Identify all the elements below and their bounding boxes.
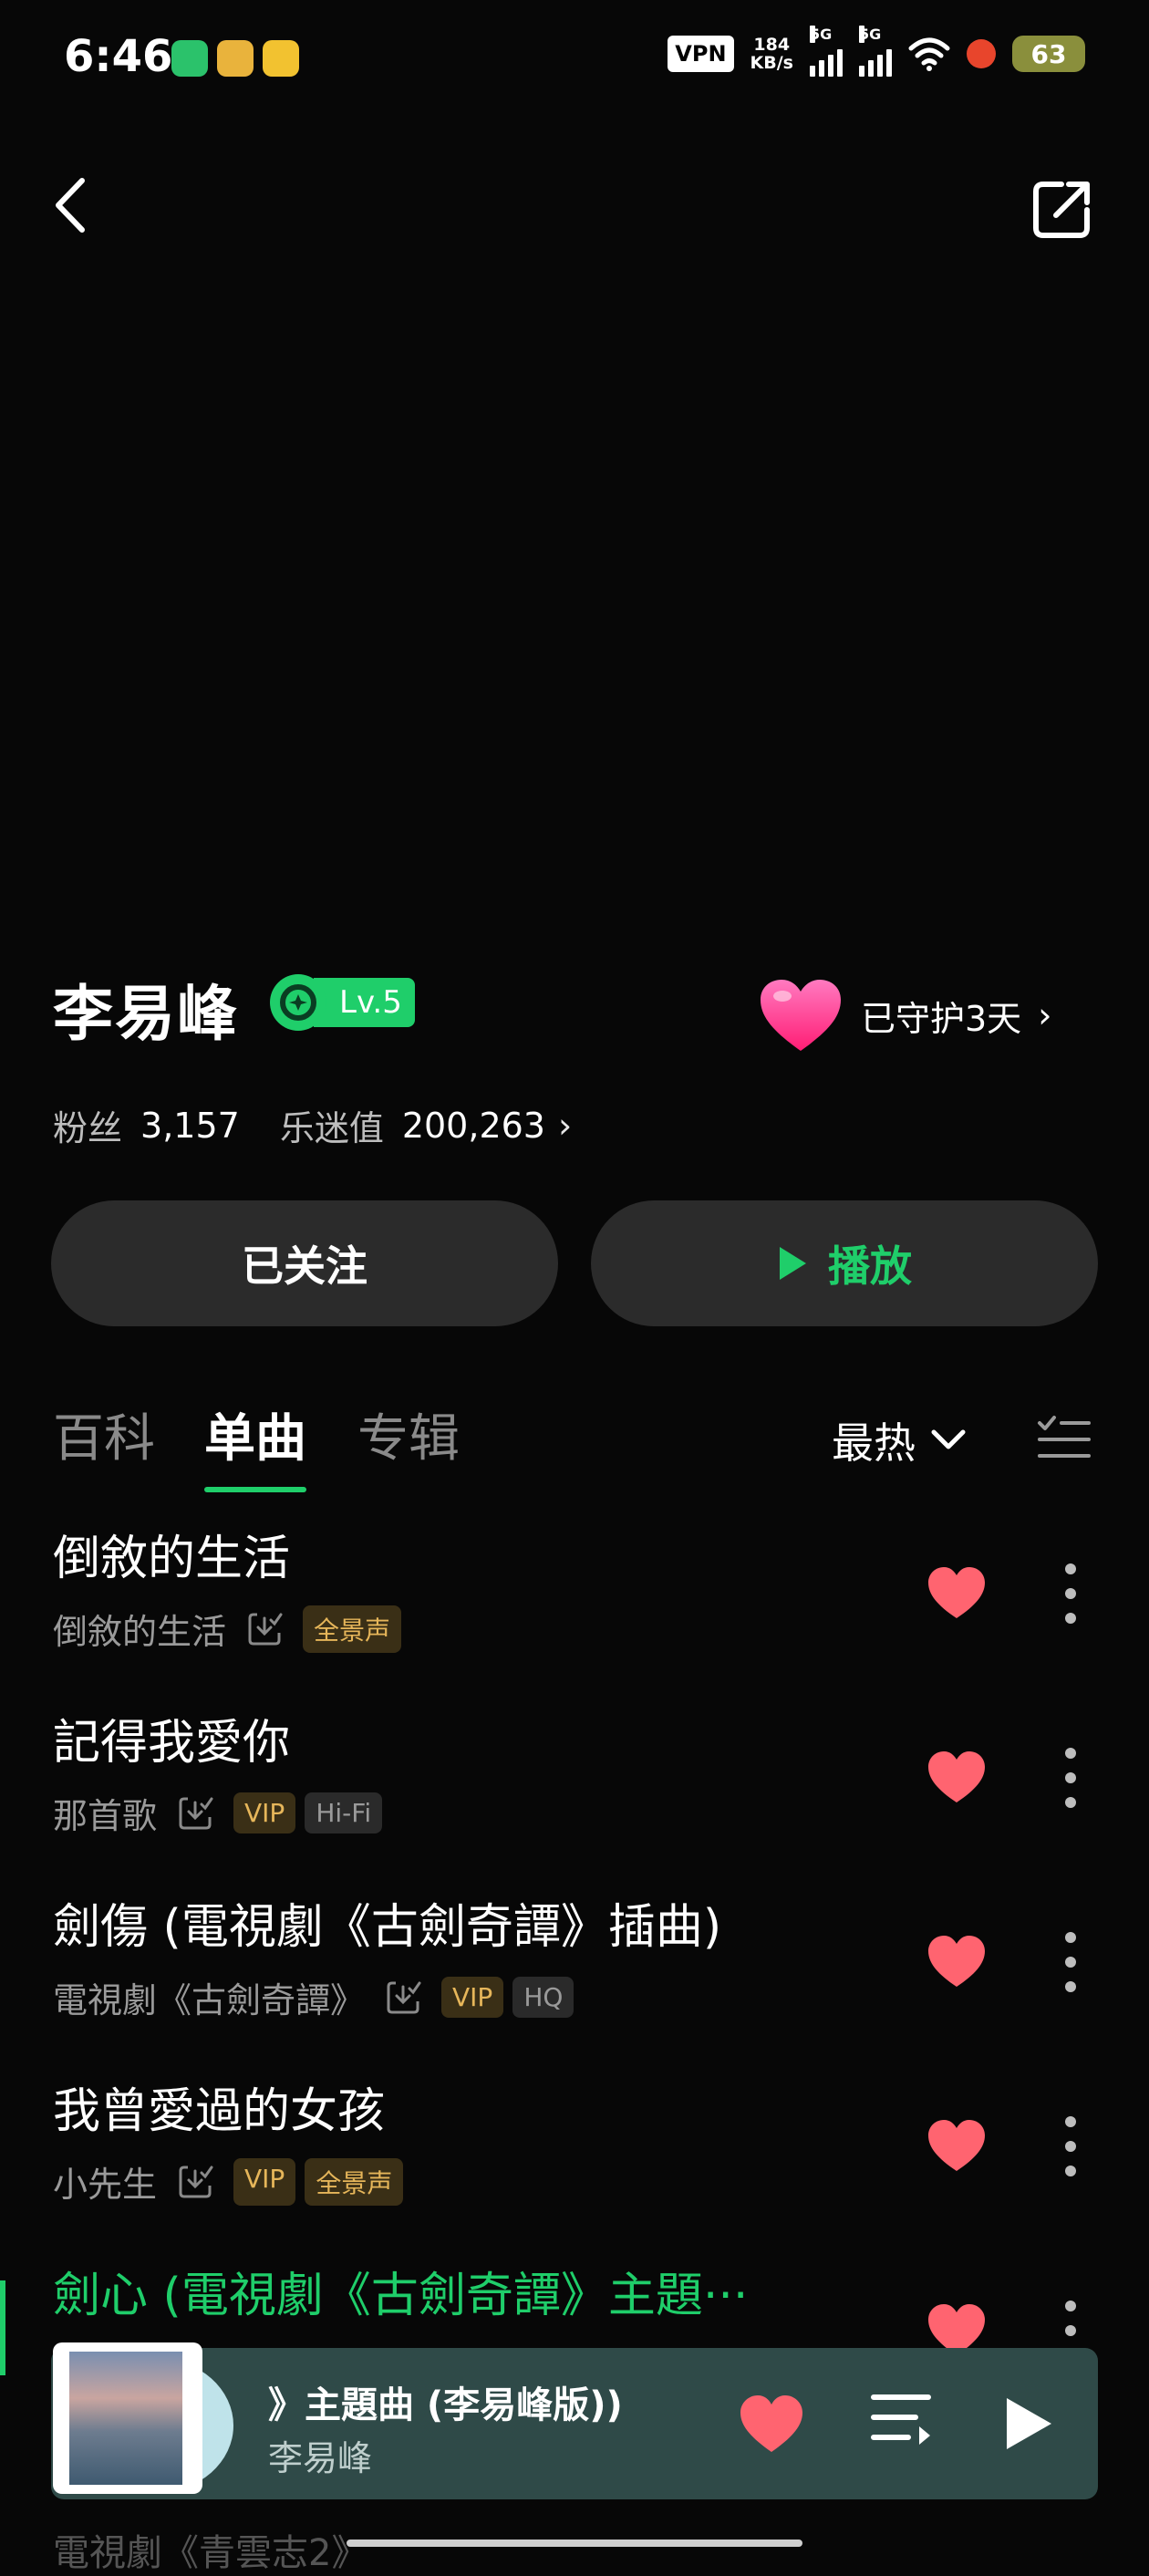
more-icon[interactable]: [1063, 1562, 1078, 1626]
network-type: 5G: [810, 26, 833, 43]
level-text: Lv.5: [314, 978, 415, 1027]
network-speed: 184 KB/s: [750, 36, 793, 72]
downloaded-icon: [248, 1613, 283, 1645]
status-time: 6:46: [64, 31, 173, 82]
playlist-icon[interactable]: [870, 2390, 932, 2446]
vip-tag: VIP: [233, 2157, 296, 2206]
song-meta: 小先生 VIP 全景声: [53, 2156, 404, 2207]
tab-singles[interactable]: 单曲: [204, 1397, 306, 1471]
quality-tag: 全景声: [303, 1605, 402, 1653]
song-album: 倒敘的生活: [53, 1612, 227, 1652]
more-icon[interactable]: [1063, 1930, 1078, 1994]
player-song-title: 》主題曲 (李易峰版)): [268, 2384, 623, 2426]
downloaded-icon: [179, 1797, 213, 1829]
level-badge-icon: [270, 974, 326, 1031]
player-play-icon[interactable]: [1003, 2395, 1054, 2452]
quality-tag: Hi-Fi: [305, 1792, 383, 1833]
song-title: 劍心 (電視劇《古劍奇譚》主題···: [53, 2269, 749, 2323]
tab-albums[interactable]: 专辑: [357, 1397, 460, 1471]
song-album: 那首歌: [53, 1796, 158, 1836]
album-art-image: [69, 2352, 182, 2485]
follow-label: 已关注: [242, 1241, 367, 1291]
heart-badge-icon: [761, 980, 841, 1051]
tab-baike[interactable]: 百科: [53, 1397, 155, 1471]
chevron-right-icon[interactable]: ›: [558, 1106, 572, 1146]
song-title: 記得我愛你: [53, 1716, 291, 1771]
status-app-icons: [171, 40, 299, 77]
signal-icon-2: 5G: [859, 26, 892, 77]
network-speed-unit: KB/s: [750, 53, 793, 73]
guard-text: 已守护3天: [861, 998, 1022, 1039]
player-artist: 李易峰: [268, 2438, 373, 2478]
signal-icon: 5G: [810, 26, 843, 77]
fans-label: 粉丝: [53, 1108, 123, 1148]
network-type-2: 5G: [859, 26, 882, 43]
follow-button[interactable]: 已关注: [51, 1200, 558, 1326]
home-indicator: [347, 2540, 802, 2547]
song-meta: 倒敘的生活 全景声: [53, 1604, 402, 1654]
like-icon[interactable]: [926, 1750, 987, 1804]
next-song-album-peek: 電視劇《青雲志2》: [53, 2532, 368, 2574]
song-row[interactable]: 劍傷 (電視劇《古劍奇譚》插曲) 電視劇《古劍奇譚》 VIP HQ: [0, 1888, 1149, 2074]
status-indicators: VPN 184 KB/s 5G 5G 63: [668, 26, 1085, 77]
song-row[interactable]: 記得我愛你 那首歌 VIP Hi-Fi: [0, 1704, 1149, 1890]
play-all-button[interactable]: 播放: [591, 1200, 1098, 1326]
song-row[interactable]: 我曾愛過的女孩 小先生 VIP 全景声: [0, 2072, 1149, 2259]
vip-tag: VIP: [441, 1977, 504, 2018]
downloaded-icon: [387, 1981, 421, 2013]
guard-status[interactable]: 已守护3天 ›: [757, 976, 1051, 1054]
like-icon[interactable]: [926, 2118, 987, 2173]
wifi-icon: [908, 37, 950, 71]
downloaded-icon: [179, 2166, 213, 2197]
app-icon-weibo: [263, 40, 299, 77]
artist-stats: 粉丝 3,157 乐迷值 200,263 ›: [53, 1100, 572, 1150]
vip-tag: VIP: [233, 1792, 296, 1833]
song-title: 劍傷 (電視劇《古劍奇譚》插曲): [53, 1900, 722, 1955]
battery-level: 63: [1030, 38, 1067, 69]
vpn-badge: VPN: [668, 36, 734, 72]
level-badge[interactable]: Lv.5: [270, 974, 415, 1031]
song-album: 小先生: [53, 2165, 158, 2205]
like-icon[interactable]: [926, 1934, 987, 1989]
fans-value: 3,157: [140, 1105, 240, 1146]
song-row[interactable]: 倒敘的生活 倒敘的生活 全景声: [0, 1520, 1149, 1706]
song-title: 我曾愛過的女孩: [53, 2084, 386, 2139]
network-speed-value: 184: [753, 35, 791, 55]
multi-select-icon[interactable]: [1036, 1412, 1091, 1463]
app-icon-green: [171, 40, 208, 77]
play-icon: [780, 1247, 806, 1280]
fan-value-label: 乐迷值: [279, 1108, 384, 1148]
battery-icon: 63: [1012, 36, 1085, 72]
sort-label: 最热: [832, 1418, 916, 1468]
notification-dot-icon: [967, 39, 996, 68]
back-icon[interactable]: [42, 173, 106, 237]
song-title: 倒敘的生活: [53, 1532, 291, 1586]
quality-tag: HQ: [512, 1977, 574, 2018]
chevron-right-icon: ›: [1038, 995, 1052, 1035]
more-icon[interactable]: [1063, 1746, 1078, 1810]
song-meta: 那首歌 VIP Hi-Fi: [53, 1788, 383, 1838]
share-icon[interactable]: [1029, 177, 1094, 243]
fan-value-value[interactable]: 200,263: [402, 1106, 545, 1146]
player-like-icon[interactable]: [739, 2394, 804, 2454]
more-icon[interactable]: [1063, 2114, 1078, 2178]
quality-tag: 全景声: [305, 2157, 404, 2206]
sort-dropdown[interactable]: 最热: [832, 1410, 967, 1470]
song-meta: 電視劇《古劍奇譚》 VIP HQ: [53, 1972, 574, 2022]
app-icon-yellow: [217, 40, 254, 77]
tab-active-indicator: [204, 1487, 306, 1492]
song-album: 電視劇《古劍奇譚》: [53, 1980, 366, 2020]
play-label: 播放: [828, 1241, 912, 1291]
chevron-down-icon: [931, 1429, 966, 1449]
like-icon[interactable]: [926, 1565, 987, 1620]
artist-name: 李易峰: [53, 979, 239, 1049]
